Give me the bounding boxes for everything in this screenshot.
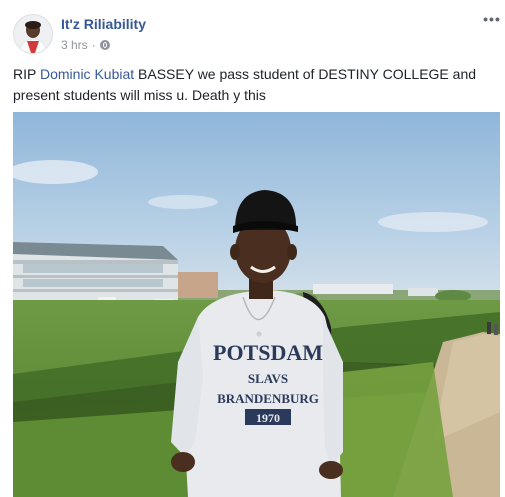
author-name[interactable]: It'z Riliability (61, 16, 146, 32)
timestamp[interactable]: 3 hrs (61, 38, 88, 52)
shirt-line-1: POTSDAM (213, 340, 323, 365)
post-meta: 3 hrs · (61, 38, 110, 52)
post-text-prefix: RIP (13, 66, 40, 82)
meta-separator: · (91, 38, 96, 52)
more-options-icon[interactable]: ••• (482, 12, 502, 28)
post-text: RIP Dominic Kubiat BASSEY we pass studen… (13, 64, 493, 106)
mention-link[interactable]: Dominic Kubiat (40, 66, 134, 82)
photo-scene: POTSDAM SLAVS BRANDENBURG 1970 (13, 112, 500, 497)
avatar[interactable] (13, 14, 53, 54)
shirt-line-3: BRANDENBURG (217, 391, 319, 406)
facebook-post: It'z Riliability 3 hrs · ••• RIP Dominic… (0, 0, 505, 497)
shirt-line-4: 1970 (256, 411, 280, 425)
post-photo[interactable]: POTSDAM SLAVS BRANDENBURG 1970 (13, 112, 500, 497)
globe-icon[interactable] (99, 40, 110, 50)
shirt-line-2: SLAVS (248, 371, 288, 386)
avatar-image (14, 15, 52, 53)
